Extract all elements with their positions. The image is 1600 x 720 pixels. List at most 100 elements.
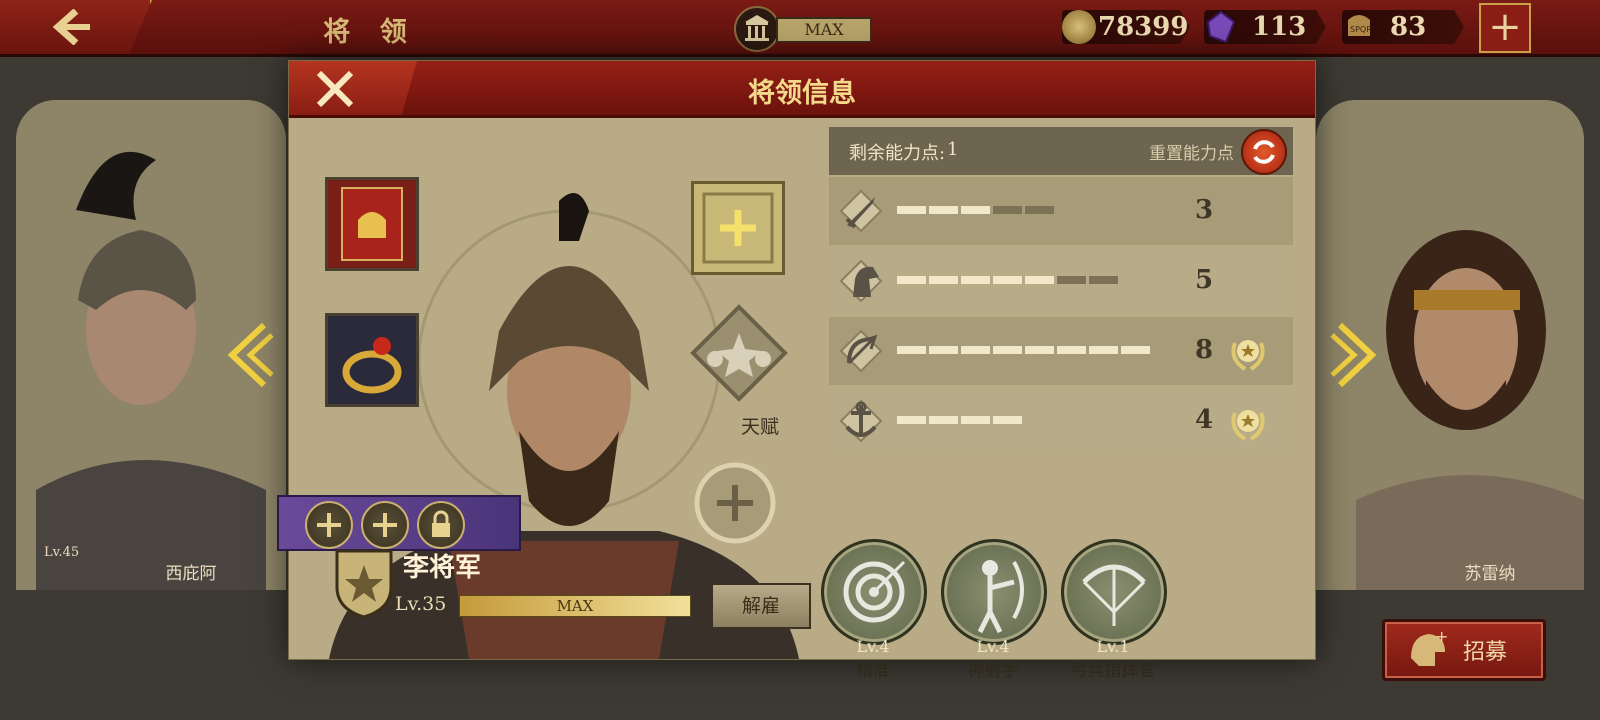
recruit-button[interactable]: + 招募 xyxy=(1382,619,1546,681)
skill-slot-bar xyxy=(277,495,521,551)
points-value: 1 xyxy=(947,139,959,160)
stat-pip xyxy=(961,276,990,284)
laurel-star-badge-icon xyxy=(1231,340,1265,371)
stat-row[interactable]: 4 xyxy=(829,387,1293,455)
stat-pip xyxy=(993,276,1022,284)
roster-level-left: Lv.45 xyxy=(44,545,80,560)
skill-name: 精准 xyxy=(856,661,890,681)
stat-value: 8 xyxy=(1195,335,1214,365)
spartan-helmet-icon: + xyxy=(1411,628,1448,666)
gem-resource[interactable]: 113 xyxy=(1204,10,1326,44)
stat-pip xyxy=(897,276,926,284)
back-button[interactable] xyxy=(0,0,152,54)
general-level: Lv.35 xyxy=(395,593,447,615)
points-label: 剩余能力点: xyxy=(849,143,946,164)
stat-row[interactable]: 3 xyxy=(829,177,1293,245)
plus-icon: + xyxy=(1488,4,1522,50)
stat-pip xyxy=(1057,346,1086,354)
modal-header: 将领信息 xyxy=(289,61,1315,118)
stat-row[interactable]: 5 xyxy=(829,247,1293,315)
stat-pip xyxy=(993,206,1022,214)
archer-icon xyxy=(941,539,1047,645)
gold-value: 78399 xyxy=(1098,12,1189,42)
crossbow-icon xyxy=(1061,539,1167,645)
screen-title: 将 领 xyxy=(323,17,417,48)
spqr-resource[interactable]: SPQR 83 xyxy=(1342,10,1464,44)
back-arrow-icon xyxy=(52,9,90,45)
gold-coin-icon xyxy=(1062,10,1096,44)
plus-icon xyxy=(702,192,774,264)
reset-points-button[interactable] xyxy=(1241,129,1287,175)
stat-pip xyxy=(1025,346,1054,354)
stat-pip xyxy=(897,346,926,354)
prev-general-arrow-icon[interactable] xyxy=(224,320,274,390)
stat-pip xyxy=(961,416,990,424)
general-info-modal: 将领信息 天赋 剩余能力点: 1 重置能力点 Lv.4 精准 Lv.4 神射手 … xyxy=(277,60,1316,681)
dismiss-button[interactable]: 解雇 xyxy=(711,583,811,629)
horse-head-icon xyxy=(839,259,883,303)
stat-pip xyxy=(1057,276,1086,284)
stat-pip xyxy=(929,206,958,214)
sword-icon xyxy=(839,189,883,233)
legion-banner-icon xyxy=(341,187,403,261)
locked-slot[interactable] xyxy=(417,501,465,549)
roster-name-left: 西庇阿 xyxy=(165,564,217,584)
stat-progress xyxy=(897,276,1118,286)
top-bar: 将 领 MAX 78399 113 SPQR 83 + xyxy=(0,0,1600,57)
add-skill-slot-icon[interactable] xyxy=(693,461,777,545)
equipment-add-slot[interactable] xyxy=(691,181,785,275)
stat-value: 4 xyxy=(1195,405,1214,435)
skill-archer-commander[interactable]: Lv.1 弓兵指挥官 xyxy=(1061,539,1167,681)
add-resource-button[interactable]: + xyxy=(1479,3,1531,53)
rank-star-shield-icon xyxy=(335,549,393,619)
next-general-arrow-icon[interactable] xyxy=(1330,320,1380,390)
stat-pip xyxy=(993,346,1022,354)
talent-stars-icon[interactable] xyxy=(689,303,789,403)
stat-pip xyxy=(1121,346,1150,354)
stat-pip xyxy=(961,206,990,214)
stat-row[interactable]: 8 xyxy=(829,317,1293,385)
stat-pip xyxy=(1089,276,1118,284)
add-slot-button[interactable] xyxy=(361,501,409,549)
roster-name-right: 苏雷纳 xyxy=(1464,564,1516,584)
spqr-helmet-icon: SPQR xyxy=(1342,10,1376,44)
stat-value: 5 xyxy=(1195,265,1214,295)
stat-progress xyxy=(897,416,1022,426)
skill-marksman[interactable]: Lv.4 神射手 xyxy=(941,539,1047,681)
stat-pip xyxy=(897,206,926,214)
add-slot-button[interactable] xyxy=(305,501,353,549)
target-arrows-icon xyxy=(821,539,927,645)
ring-icon xyxy=(342,337,402,394)
stat-progress xyxy=(897,346,1150,356)
plus-icon xyxy=(317,513,341,537)
banner-slot[interactable] xyxy=(325,177,419,271)
stat-pip xyxy=(961,346,990,354)
hall-level-bar: MAX xyxy=(776,17,872,43)
stat-pip xyxy=(1089,346,1118,354)
laurel-star-badge-icon xyxy=(1231,410,1265,441)
recruit-label: 招募 xyxy=(1463,640,1508,665)
ability-points-row: 剩余能力点: 1 重置能力点 xyxy=(829,127,1293,175)
lock-icon xyxy=(432,510,450,537)
skill-precision[interactable]: Lv.4 精准 xyxy=(821,539,927,681)
experience-bar: MAX xyxy=(459,595,691,617)
stat-progress xyxy=(897,206,1054,216)
stat-pip xyxy=(1025,206,1054,214)
gem-value: 113 xyxy=(1252,12,1307,42)
skill-level: Lv.1 xyxy=(1096,637,1130,656)
close-icon xyxy=(316,70,354,108)
stat-pip xyxy=(929,416,958,424)
temple-icon[interactable] xyxy=(734,6,780,52)
modal-title: 将领信息 xyxy=(748,78,856,109)
stat-pip xyxy=(929,346,958,354)
skill-level: Lv.4 xyxy=(856,637,890,656)
close-button[interactable] xyxy=(289,61,417,115)
refresh-icon xyxy=(1253,140,1275,164)
gold-resource[interactable]: 78399 xyxy=(1062,10,1190,44)
ring-slot[interactable] xyxy=(325,313,419,407)
skill-level: Lv.4 xyxy=(976,637,1010,656)
general-name: 李将军 xyxy=(403,553,482,583)
stat-pip xyxy=(993,416,1022,424)
anchor-icon xyxy=(839,399,883,443)
bow-icon xyxy=(839,329,883,373)
